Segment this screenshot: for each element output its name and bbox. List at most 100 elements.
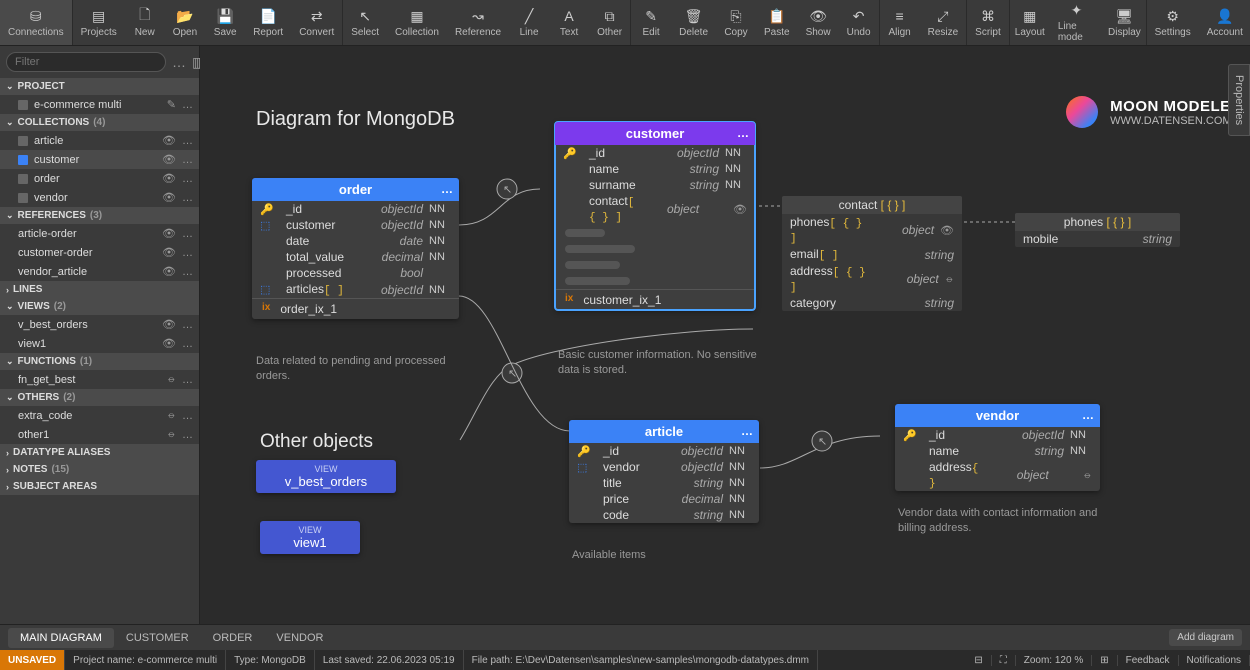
tree-item-e-commerce-multi[interactable]: e-commerce multi✎… (0, 95, 199, 114)
visibility-icon[interactable]: 👁 (162, 337, 176, 350)
field-_id[interactable]: 🔑_idobjectIdNN (895, 427, 1100, 443)
entity-vendor[interactable]: vendor … 🔑_idobjectIdNNnamestringNNaddre… (895, 404, 1100, 491)
tree-section-notes[interactable]: ›NOTES (15) (0, 461, 199, 478)
item-more-icon[interactable]: … (182, 338, 193, 350)
diagram-canvas[interactable]: ↖ ↖ ↖ Diagram for MongoDB Other objects … (200, 46, 1250, 624)
edit-icon[interactable]: ✎ (167, 98, 176, 111)
report-button[interactable]: 📄Report (245, 0, 291, 45)
line mode-button[interactable]: ✦Line mode (1050, 0, 1103, 45)
field-_id[interactable]: 🔑_idobjectIdNN (569, 443, 759, 459)
field-email[interactable]: email[ ]string (782, 246, 962, 263)
tree-item-article-order[interactable]: article-order👁… (0, 224, 199, 243)
tree-item-customer-order[interactable]: customer-order👁… (0, 243, 199, 262)
paste-button[interactable]: 📋Paste (756, 0, 798, 45)
entity-article[interactable]: article … 🔑_idobjectIdNN⬚vendorobjectIdN… (569, 420, 759, 523)
tab-order[interactable]: ORDER (201, 628, 265, 648)
item-more-icon[interactable]: … (182, 247, 193, 259)
visibility-icon[interactable]: 👁 (162, 191, 176, 204)
tree-item-fn-get-best[interactable]: fn_get_best⦵… (0, 370, 199, 389)
copy-button[interactable]: ⎘Copy (716, 0, 756, 45)
entity-menu-icon[interactable]: … (1082, 408, 1094, 422)
convert-button[interactable]: ⇄Convert (291, 0, 342, 45)
entity-menu-icon[interactable]: … (441, 182, 453, 196)
tree-item-customer[interactable]: customer👁… (0, 150, 199, 169)
visibility-icon[interactable]: 👁 (162, 227, 176, 240)
tab-customer[interactable]: CUSTOMER (114, 628, 201, 648)
field-category[interactable]: categorystring (782, 295, 962, 311)
field-_id[interactable]: 🔑_idobjectIdNN (252, 201, 459, 217)
tree-section-datatype-aliases[interactable]: ›DATATYPE ALIASES (0, 444, 199, 461)
tree-section-project[interactable]: ⌄PROJECT (0, 78, 199, 95)
field-customer[interactable]: ⬚customerobjectIdNN (252, 217, 459, 233)
filter-input[interactable] (6, 52, 166, 72)
tree-section-others[interactable]: ⌄OTHERS (2) (0, 389, 199, 406)
tree-section-references[interactable]: ⌄REFERENCES (3) (0, 207, 199, 224)
expand-icon[interactable]: 👁 (940, 224, 954, 237)
visibility-icon[interactable]: 👁 (162, 265, 176, 278)
field-vendor[interactable]: ⬚vendorobjectIdNN (569, 459, 759, 475)
entity-menu-icon[interactable]: … (741, 424, 753, 438)
tree-section-collections[interactable]: ⌄COLLECTIONS (4) (0, 114, 199, 131)
status-zoom-out[interactable]: ⊟ (966, 655, 991, 666)
tree-item-other1[interactable]: other1⦵… (0, 425, 199, 444)
status-notifications[interactable]: Notifications (1179, 655, 1250, 666)
field-processed[interactable]: processedbool (252, 265, 459, 281)
item-more-icon[interactable]: … (182, 410, 193, 422)
status-zoom-in[interactable]: ⊞ (1092, 655, 1117, 666)
item-more-icon[interactable]: … (182, 192, 193, 204)
hidden-icon[interactable]: ⦵ (167, 373, 176, 386)
item-more-icon[interactable]: … (182, 173, 193, 185)
visibility-icon[interactable]: 👁 (162, 318, 176, 331)
tree-item-extra-code[interactable]: extra_code⦵… (0, 406, 199, 425)
edit-button[interactable]: ✎Edit (631, 0, 671, 45)
display-button[interactable]: 🖥Display (1103, 0, 1145, 45)
add-diagram-button[interactable]: Add diagram (1169, 629, 1242, 646)
layout-button[interactable]: ▦Layout (1010, 0, 1050, 45)
field-surname[interactable]: surnamestringNN (555, 177, 755, 193)
field-articles[interactable]: ⬚articles[ ]objectIdNN (252, 281, 459, 298)
tree-section-subject-areas[interactable]: ›SUBJECT AREAS (0, 478, 199, 495)
field-price[interactable]: pricedecimalNN (569, 491, 759, 507)
other-button[interactable]: ⧉Other (589, 0, 630, 45)
reference-button[interactable]: ↝Reference (447, 0, 509, 45)
item-more-icon[interactable]: … (182, 319, 193, 331)
field-name[interactable]: namestringNN (555, 161, 755, 177)
field-code[interactable]: codestringNN (569, 507, 759, 523)
visibility-icon[interactable]: 👁 (162, 153, 176, 166)
visibility-icon[interactable]: 👁 (162, 172, 176, 185)
hidden-icon[interactable]: ⦵ (1083, 469, 1092, 482)
sub-entity-phones[interactable]: phones [ { } ] mobilestring (1015, 213, 1180, 247)
field-title[interactable]: titlestringNN (569, 475, 759, 491)
field-address[interactable]: address{ }object⦵ (895, 459, 1100, 491)
tree-item-order[interactable]: order👁… (0, 169, 199, 188)
item-more-icon[interactable]: … (182, 266, 193, 278)
item-more-icon[interactable]: … (182, 429, 193, 441)
script-button[interactable]: ⌘Script (967, 0, 1009, 45)
tree-section-functions[interactable]: ⌄FUNCTIONS (1) (0, 353, 199, 370)
view-card-v-best-orders[interactable]: VIEW v_best_orders (256, 460, 396, 493)
undo-button[interactable]: ↶Undo (839, 0, 879, 45)
collection-button[interactable]: ▦Collection (387, 0, 447, 45)
sub-entity-contact[interactable]: contact [ { } ] phones[ { } ]object👁emai… (782, 196, 962, 311)
tree-item-vendor-article[interactable]: vendor_article👁… (0, 262, 199, 281)
field-contact[interactable]: contact[ { } ]object👁 (555, 193, 755, 225)
tab-vendor[interactable]: VENDOR (264, 628, 335, 648)
tree-item-article[interactable]: article👁… (0, 131, 199, 150)
projects-button[interactable]: ▤Projects (73, 0, 125, 45)
item-more-icon[interactable]: … (182, 374, 193, 386)
show-button[interactable]: 👁Show (798, 0, 839, 45)
tab-main-diagram[interactable]: MAIN DIAGRAM (8, 628, 114, 648)
entity-order[interactable]: order … 🔑_idobjectIdNN⬚customerobjectIdN… (252, 178, 459, 319)
hidden-icon[interactable]: ⦵ (167, 428, 176, 441)
properties-tab[interactable]: Properties (1228, 64, 1250, 136)
tree-item-vendor[interactable]: vendor👁… (0, 188, 199, 207)
status-zoom-fit[interactable]: ⛶ (992, 655, 1016, 666)
field-phones[interactable]: phones[ { } ]object👁 (782, 214, 962, 246)
tree-section-lines[interactable]: ›LINES (0, 281, 199, 298)
settings-button[interactable]: ⚙Settings (1147, 0, 1199, 45)
hidden-icon[interactable]: ⦵ (167, 409, 176, 422)
entity-menu-icon[interactable]: … (737, 126, 749, 140)
open-button[interactable]: 📂Open (165, 0, 205, 45)
align-button[interactable]: ≡Align (880, 0, 920, 45)
line-button[interactable]: ╱Line (509, 0, 549, 45)
